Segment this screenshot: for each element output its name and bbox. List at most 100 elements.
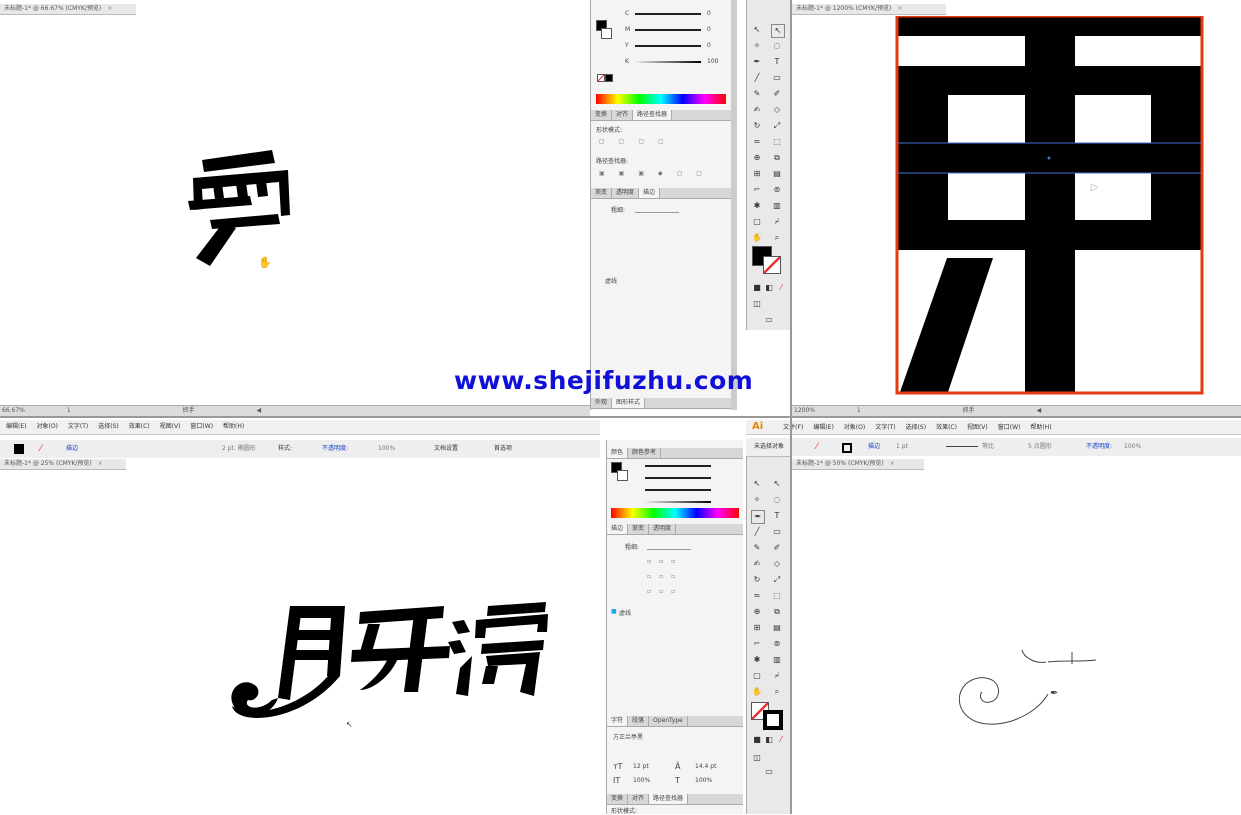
selection-tool-icon[interactable]: ↖ bbox=[751, 24, 763, 36]
eyedropper-tool-icon[interactable]: ⌐ bbox=[751, 638, 763, 650]
blob-brush-tool-icon[interactable]: ✍ bbox=[751, 558, 763, 570]
color-mode-icon[interactable]: ■ bbox=[751, 282, 763, 294]
draw-mode-icon[interactable]: ◫ bbox=[751, 298, 763, 310]
leading-field[interactable]: 14.4 pt bbox=[695, 763, 716, 770]
pathfinder-buttons[interactable]: ▣▣▣◆▢▢ bbox=[599, 170, 716, 177]
tab-gradient[interactable]: 渐变 bbox=[591, 188, 613, 198]
blob-brush-tool-icon[interactable]: ✍ bbox=[751, 104, 763, 116]
brush-tool-icon[interactable]: ✎ bbox=[751, 88, 763, 100]
tab-paragraph[interactable]: 段落 bbox=[628, 716, 650, 726]
brush-definition[interactable]: 2 pt. 椭圆形 bbox=[222, 440, 256, 458]
artboard-tool-icon[interactable]: ▢ bbox=[751, 216, 763, 228]
tab-opentype[interactable]: OpenType bbox=[649, 716, 688, 726]
fill-swatch[interactable] bbox=[14, 444, 24, 454]
shape-builder-tool-icon[interactable]: ⊕ bbox=[751, 606, 763, 618]
color-spectrum[interactable] bbox=[611, 508, 739, 518]
shape-builder-tool-icon[interactable]: ⊕ bbox=[751, 152, 763, 164]
eraser-tool-icon[interactable]: ◇ bbox=[771, 558, 783, 570]
symbol-sprayer-tool-icon[interactable]: ✱ bbox=[751, 200, 763, 212]
hand-tool-icon[interactable]: ✋ bbox=[751, 232, 763, 244]
tab-appearance[interactable]: 外观 bbox=[591, 398, 613, 408]
close-tab-icon[interactable]: × bbox=[98, 460, 103, 467]
stroke-none-icon[interactable]: ⁄ bbox=[816, 438, 818, 456]
tab-align[interactable]: 对齐 bbox=[628, 794, 650, 804]
tab-character[interactable]: 字符 bbox=[607, 716, 629, 726]
close-tab-icon[interactable]: × bbox=[890, 460, 895, 467]
zoom-level[interactable]: 66.67% bbox=[2, 407, 25, 414]
graph-tool-icon[interactable]: ▥ bbox=[771, 654, 783, 666]
cap-buttons[interactable]: ▫▫▫ bbox=[647, 558, 683, 565]
menu-view[interactable]: 视图(V) bbox=[160, 423, 181, 430]
tab-transparency[interactable]: 透明度 bbox=[649, 524, 677, 534]
panel-scrollbar[interactable] bbox=[731, 0, 737, 410]
close-tab-icon[interactable]: × bbox=[107, 5, 112, 12]
tab-align[interactable]: 对齐 bbox=[612, 110, 634, 120]
gradient-mode-icon[interactable]: ◧ bbox=[763, 734, 775, 746]
type-tool-icon[interactable]: T bbox=[771, 510, 783, 522]
channel-y-slider[interactable] bbox=[635, 45, 701, 47]
document-tab[interactable]: 未标题-1* @ 66.67% (CMYK/预览) × bbox=[0, 4, 136, 15]
tab-transform[interactable]: 变换 bbox=[591, 110, 613, 120]
rectangle-tool-icon[interactable]: ▭ bbox=[771, 72, 783, 84]
gradient-mode-icon[interactable]: ◧ bbox=[763, 282, 775, 294]
none-swatch[interactable] bbox=[597, 74, 605, 82]
warp-tool-icon[interactable]: ≈ bbox=[751, 590, 763, 602]
tab-color-guide[interactable]: 颜色参考 bbox=[628, 448, 662, 458]
horizontal-scale-field[interactable]: 100% bbox=[695, 777, 712, 784]
mesh-tool-icon[interactable]: ⊞ bbox=[751, 168, 763, 180]
slice-tool-icon[interactable]: ⌿ bbox=[771, 216, 783, 228]
blend-tool-icon[interactable]: ⊚ bbox=[771, 184, 783, 196]
symbol-sprayer-tool-icon[interactable]: ✱ bbox=[751, 654, 763, 666]
none-mode-icon[interactable]: ⁄ bbox=[775, 734, 787, 746]
font-size-field[interactable]: 12 pt bbox=[633, 763, 649, 770]
channel-m-value[interactable]: 0 bbox=[707, 26, 711, 33]
stroke-link[interactable]: 描边 bbox=[868, 438, 880, 456]
page-number[interactable]: 1 bbox=[857, 407, 861, 414]
channel-k-slider[interactable] bbox=[635, 61, 701, 63]
color-spectrum[interactable] bbox=[596, 94, 726, 104]
color-mode-icon[interactable]: ■ bbox=[751, 734, 763, 746]
gradient-tool-icon[interactable]: ▤ bbox=[771, 168, 783, 180]
brush-definition[interactable]: 5 点圆形 bbox=[1028, 438, 1052, 456]
rectangle-tool-icon[interactable]: ▭ bbox=[771, 526, 783, 538]
lasso-tool-icon[interactable]: ◌ bbox=[771, 494, 783, 506]
scale-tool-icon[interactable]: ⤢ bbox=[771, 574, 783, 586]
vertical-scale-field[interactable]: 100% bbox=[633, 777, 650, 784]
menu-help[interactable]: 帮助(H) bbox=[1030, 424, 1051, 431]
opacity-value[interactable]: 100% bbox=[378, 440, 395, 458]
magic-wand-tool-icon[interactable]: ✧ bbox=[751, 40, 763, 52]
warp-tool-icon[interactable]: ≈ bbox=[751, 136, 763, 148]
menu-edit[interactable]: 编辑(E) bbox=[813, 424, 833, 431]
line-tool-icon[interactable]: ╱ bbox=[751, 72, 763, 84]
pencil-tool-icon[interactable]: ✐ bbox=[771, 88, 783, 100]
magic-wand-tool-icon[interactable]: ✧ bbox=[751, 494, 763, 506]
zoom-tool-icon[interactable]: ⌕ bbox=[771, 686, 783, 698]
scroll-left-icon[interactable]: ◀ bbox=[1037, 407, 1042, 414]
line-tool-icon[interactable]: ╱ bbox=[751, 526, 763, 538]
menu-edit[interactable]: 编辑(E) bbox=[6, 423, 26, 430]
zoom-level[interactable]: 1200% bbox=[794, 407, 815, 414]
screen-mode-icon[interactable]: ▭ bbox=[763, 314, 775, 326]
corner-buttons[interactable]: ▫▫▫ bbox=[647, 573, 683, 580]
free-transform-tool-icon[interactable]: ⬚ bbox=[771, 590, 783, 602]
perspective-tool-icon[interactable]: ⧉ bbox=[771, 152, 783, 164]
direct-selection-tool-icon[interactable]: ↖ bbox=[771, 24, 785, 38]
free-transform-tool-icon[interactable]: ⬚ bbox=[771, 136, 783, 148]
preferences-button[interactable]: 首选项 bbox=[494, 440, 512, 458]
screen-mode-icon[interactable]: ▭ bbox=[763, 766, 775, 778]
opacity-value[interactable]: 100% bbox=[1124, 438, 1141, 456]
profile-line[interactable] bbox=[946, 446, 978, 447]
current-tool[interactable]: 抓手 bbox=[963, 407, 975, 414]
artboard-tool-icon[interactable]: ▢ bbox=[751, 670, 763, 682]
tab-pathfinder[interactable]: 路径查找器 bbox=[649, 794, 689, 804]
dashed-checkbox[interactable]: ■ bbox=[611, 608, 617, 615]
stroke-link[interactable]: 描边 bbox=[66, 440, 78, 458]
page-number[interactable]: 1 bbox=[67, 407, 71, 414]
stroke-swatch[interactable] bbox=[617, 470, 628, 481]
tab-gradient[interactable]: 渐变 bbox=[628, 524, 650, 534]
selection-tool-icon[interactable]: ↖ bbox=[751, 478, 763, 490]
pen-tool-icon[interactable]: ✒ bbox=[751, 56, 763, 68]
slice-tool-icon[interactable]: ⌿ bbox=[771, 670, 783, 682]
stroke-weight-field[interactable]: 1 pt bbox=[896, 438, 908, 456]
menu-select[interactable]: 选择(S) bbox=[98, 423, 119, 430]
